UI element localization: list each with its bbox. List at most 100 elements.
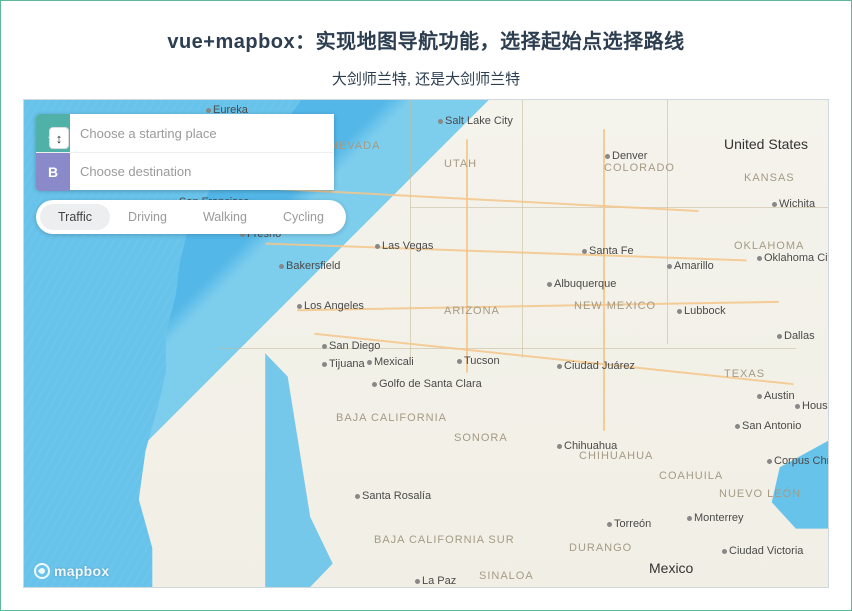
city-dot — [279, 264, 284, 269]
city-dot — [767, 459, 772, 464]
city-label: Denver — [612, 150, 647, 162]
city-dot — [547, 282, 552, 287]
city-dot — [795, 404, 800, 409]
city-label: Golfo de Santa Clara — [379, 378, 482, 390]
city-dot — [607, 522, 612, 527]
profile-traffic[interactable]: Traffic — [40, 204, 110, 230]
page-subtitle: 大剑师兰特, 还是大剑师兰特 — [21, 68, 831, 89]
city-label: Ciudad Juárez — [564, 360, 635, 372]
city-label: Salt Lake City — [445, 115, 513, 127]
state-label: OKLAHOMA — [734, 240, 804, 252]
city-dot — [772, 202, 777, 207]
city-dot — [322, 344, 327, 349]
state-label: DURANGO — [569, 542, 632, 554]
state-label: COLORADO — [604, 162, 675, 174]
city-dot — [355, 494, 360, 499]
highway — [466, 139, 468, 373]
city-dot — [297, 304, 302, 309]
city-dot — [375, 244, 380, 249]
city-label: Las Vegas — [382, 240, 433, 252]
city-label: Austin — [764, 390, 795, 402]
border-line — [522, 100, 523, 358]
city-dot — [667, 264, 672, 269]
city-dot — [367, 360, 372, 365]
profile-walking[interactable]: Walking — [185, 204, 265, 230]
profile-cycling[interactable]: Cycling — [265, 204, 342, 230]
state-label: COAHUILA — [659, 470, 723, 482]
city-label: Amarillo — [674, 260, 714, 272]
state-label: UTAH — [444, 158, 477, 170]
city-dot — [415, 579, 420, 584]
destination-marker-badge: B — [36, 153, 70, 191]
city-dot — [322, 362, 327, 367]
page-title: vue+mapbox：实现地图导航功能，选择起始点选择路线 — [21, 25, 831, 54]
city-label: Bakersfield — [286, 260, 340, 272]
state-label: SINALOA — [479, 570, 534, 582]
state-label: SONORA — [454, 432, 508, 444]
city-dot — [438, 119, 443, 124]
city-label: Santa Rosalía — [362, 490, 431, 502]
city-dot — [677, 309, 682, 314]
city-dot — [777, 334, 782, 339]
state-label: CHIHUAHUA — [579, 450, 653, 462]
city-label: Houston — [802, 400, 829, 412]
city-dot — [372, 382, 377, 387]
state-label: ARIZONA — [444, 305, 500, 317]
city-label: Ciudad Victoria — [729, 545, 803, 557]
gulf-of-california — [265, 353, 378, 587]
city-dot — [557, 444, 562, 449]
city-label: Mexicali — [374, 356, 414, 368]
border-line — [410, 100, 411, 358]
city-label: Oklahoma City — [764, 252, 829, 264]
country-label: United States — [724, 136, 808, 152]
city-label: Torreón — [614, 518, 651, 530]
city-label: Tijuana — [329, 358, 365, 370]
state-label: BAJA CALIFORNIA — [336, 412, 447, 424]
destination-row: B — [36, 152, 334, 190]
state-label: NEW MEXICO — [574, 300, 656, 312]
city-dot — [557, 364, 562, 369]
highway — [265, 243, 747, 262]
state-label: KANSAS — [744, 172, 795, 184]
border-line — [217, 348, 796, 349]
city-label: San Diego — [329, 340, 380, 352]
map-container[interactable]: EurekaSalt Lake CityRenoSacramentoSan Fr… — [23, 99, 829, 588]
city-label: Albuquerque — [554, 278, 616, 290]
mapbox-logo[interactable]: mapbox — [34, 563, 109, 579]
city-label: Santa Fe — [589, 245, 634, 257]
city-dot — [757, 256, 762, 261]
state-label: NUEVO LEÓN — [719, 488, 801, 500]
city-dot — [605, 154, 610, 159]
profile-driving[interactable]: Driving — [110, 204, 185, 230]
city-label: San Antonio — [742, 420, 801, 432]
border-line — [667, 100, 668, 344]
city-label: Monterrey — [694, 512, 744, 524]
app-frame: vue+mapbox：实现地图导航功能，选择起始点选择路线 大剑师兰特, 还是大… — [0, 0, 852, 611]
city-label: Lubbock — [684, 305, 726, 317]
city-label: Corpus Christi — [774, 455, 829, 467]
city-dot — [722, 549, 727, 554]
city-label: Dallas — [784, 330, 815, 342]
state-label: BAJA CALIFORNIA SUR — [374, 534, 515, 546]
city-dot — [687, 516, 692, 521]
city-dot — [582, 249, 587, 254]
country-label: Mexico — [649, 560, 693, 576]
city-label: Los Angeles — [304, 300, 364, 312]
header: vue+mapbox：实现地图导航功能，选择起始点选择路线 大剑师兰特, 还是大… — [1, 1, 851, 103]
city-dot — [457, 359, 462, 364]
state-label: TEXAS — [724, 368, 765, 380]
swap-origin-destination-icon[interactable]: ↕ — [50, 128, 68, 148]
city-dot — [735, 424, 740, 429]
mapbox-icon — [34, 563, 50, 579]
city-label: Wichita — [779, 198, 815, 210]
origin-input[interactable] — [70, 114, 334, 152]
city-dot — [757, 394, 762, 399]
destination-input[interactable] — [70, 153, 334, 190]
routing-profiles: TrafficDrivingWalkingCycling — [36, 200, 346, 234]
city-dot — [206, 108, 211, 113]
city-label: Tucson — [464, 355, 500, 367]
city-label: La Paz — [422, 575, 456, 587]
directions-panel: A B — [36, 114, 334, 190]
mapbox-wordmark: mapbox — [54, 563, 109, 579]
state-label: NEVADA — [330, 140, 380, 152]
